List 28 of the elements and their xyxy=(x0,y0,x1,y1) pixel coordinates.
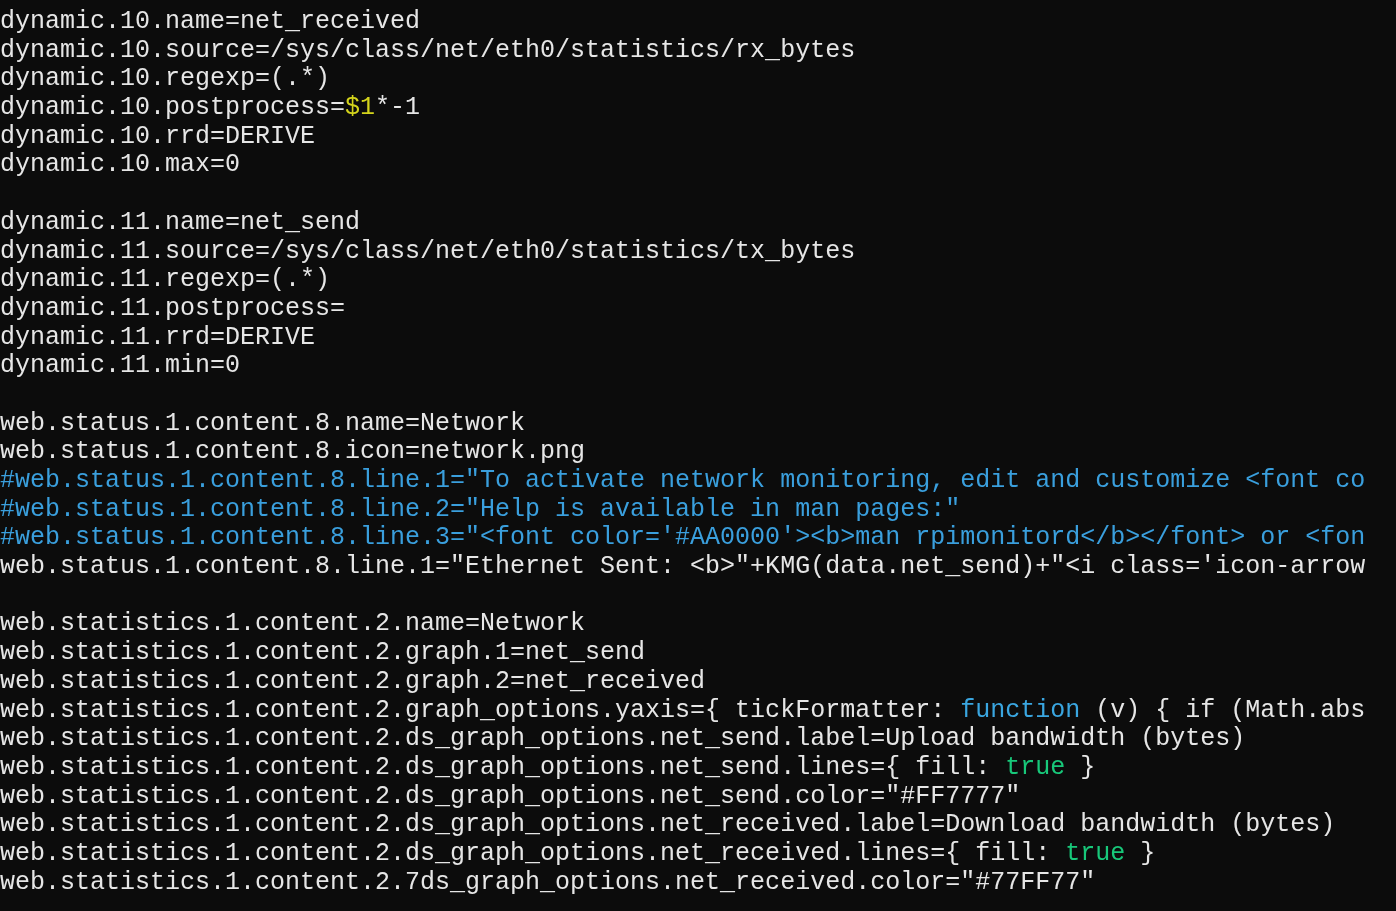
code-line: web.status.1.content.8.line.1="Ethernet Sent: <b>"+KMG(data.net_send)+"<i class='icon-arrow xyxy=(0,553,1366,582)
code-line: web.statistics.1.content.2.ds_graph_options.net_send.lines={ fill: true } xyxy=(0,753,1096,783)
code-line: dynamic.11.min=0 xyxy=(0,352,241,381)
code-line: dynamic.10.regexp=(.*) xyxy=(0,65,331,95)
code-line: dynamic.11.rrd=DERIVE xyxy=(0,323,316,353)
code-line: web.statistics.1.content.2.ds_graph_options.net_received.lines={ fill: true } xyxy=(0,839,1156,869)
code-line: web.status.1.content.8.name=Network xyxy=(0,409,526,439)
code-line: dynamic.10.rrd=DERIVE xyxy=(0,122,316,152)
code-line: web.statistics.1.content.2.ds_graph_options.net_send.color="#FF7777" xyxy=(0,782,1021,812)
code-line: dynamic.10.postprocess=$1*-1 xyxy=(0,94,421,123)
comment-line: #web.status.1.content.8.line.3="<font color='#AA0000'><b>man rpimonitord</b></font> or <fon xyxy=(0,524,1366,554)
code-line: dynamic.11.postprocess= xyxy=(0,294,346,324)
comment-line: #web.status.1.content.8.line.2="Help is available in man pages:" xyxy=(0,495,961,525)
code-line: dynamic.11.source=/sys/class/net/eth0/statistics/tx_bytes xyxy=(0,237,856,267)
code-line: dynamic.10.max=0 xyxy=(0,151,241,181)
code-line: web.statistics.1.content.2.graph.1=net_send xyxy=(0,639,646,668)
code-line: web.statistics.1.content.2.graph.2=net_received xyxy=(0,667,706,697)
code-line: dynamic.10.source=/sys/class/net/eth0/statistics/rx_bytes xyxy=(0,36,856,66)
code-line: dynamic.11.name=net_send xyxy=(0,208,361,238)
code-line: web.statistics.1.content.2.ds_graph_options.net_send.label=Upload bandwidth (bytes) xyxy=(0,725,1246,754)
comment-line: #web.status.1.content.8.line.1="To activate network monitoring, edit and customize <font co xyxy=(0,467,1366,496)
code-line: web.statistics.1.content.2.graph_options.yaxis={ tickFormatter: function (v) { if (Math.abs xyxy=(0,696,1366,726)
code-line: dynamic.10.name=net_received xyxy=(0,8,421,37)
code-line: web.statistics.1.content.2.name=Network xyxy=(0,610,586,640)
code-line: dynamic.11.regexp=(.*) xyxy=(0,266,331,295)
code-line: web.status.1.content.8.icon=network.png xyxy=(0,438,586,467)
code-line: web.statistics.1.content.2.7ds_graph_options.net_received.color="#77FF77" xyxy=(0,868,1096,898)
code-line: web.statistics.1.content.2.ds_graph_options.net_received.label=Download bandwidth (bytes) xyxy=(0,811,1336,840)
